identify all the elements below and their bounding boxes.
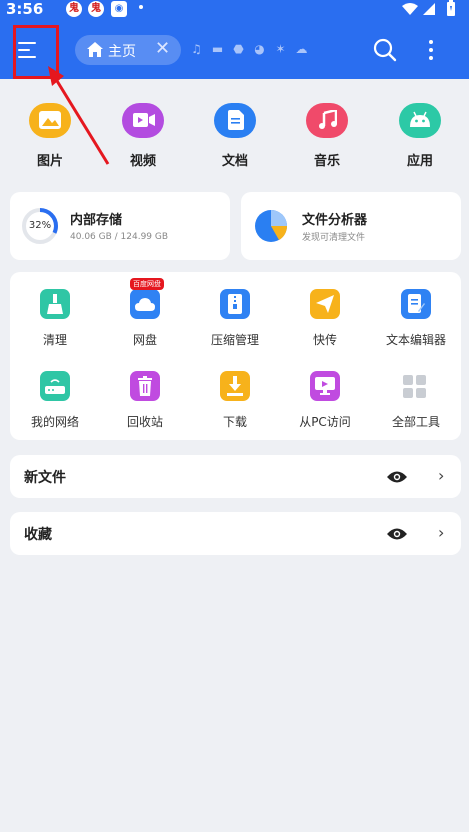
tool-label: 压缩管理	[210, 333, 259, 347]
storage-usage: 40.06 GB / 124.99 GB	[70, 232, 169, 242]
notification-app-icon: 鬼	[88, 1, 104, 17]
notification-dot-icon	[139, 5, 143, 9]
eye-icon[interactable]	[386, 470, 408, 484]
storage-percent: 32%	[28, 220, 52, 231]
android-icon: ⬣	[233, 42, 244, 56]
analyzer-subtitle: 发现可清理文件	[302, 233, 366, 243]
tool-my-network[interactable]: 我的网络	[10, 371, 100, 431]
edit-document-icon	[401, 289, 431, 319]
notification-file-icon: ◉	[111, 1, 127, 17]
grid-icon	[403, 375, 427, 399]
notification-app-icon: 鬼	[66, 1, 82, 17]
message-icon: ▬	[211, 42, 224, 56]
category-label: 应用	[406, 154, 433, 169]
chevron-right-icon[interactable]: ›	[438, 466, 444, 485]
category-label: 视频	[129, 154, 156, 169]
send-icon	[310, 289, 340, 319]
tool-label: 文本编辑器	[385, 333, 446, 347]
internal-storage-card[interactable]: 32% 内部存储 40.06 GB / 124.99 GB	[10, 192, 230, 260]
router-icon	[40, 371, 70, 401]
trash-icon	[130, 371, 160, 401]
chevron-right-icon[interactable]: ›	[438, 523, 444, 542]
tab-shortcut-icons[interactable]: ♫ ▬ ⬣ ◕ ✶ ☁	[186, 42, 312, 58]
category-images[interactable]: 图片	[17, 103, 83, 169]
tool-clean[interactable]: 清理	[10, 289, 100, 349]
music-icon: ♫	[191, 42, 202, 56]
tool-label: 清理	[42, 333, 67, 347]
cloud-badge: 百度网盘	[130, 278, 164, 290]
category-apps[interactable]: 应用	[387, 103, 453, 169]
home-icon	[87, 42, 103, 57]
zip-icon	[220, 289, 250, 319]
category-documents[interactable]: 文档	[202, 103, 268, 169]
status-time: 3:56	[6, 0, 44, 18]
category-label: 图片	[36, 154, 63, 169]
tab-home-label: 主页	[108, 44, 136, 60]
category-videos[interactable]: 视频	[110, 103, 176, 169]
android-icon	[399, 103, 441, 138]
storage-title: 内部存储	[70, 213, 123, 228]
wifi-signal-battery-icon	[402, 0, 455, 16]
cloud-icon: ☁	[295, 42, 308, 56]
music-icon	[306, 103, 348, 138]
category-music[interactable]: 音乐	[294, 103, 360, 169]
system-indicators	[399, 0, 469, 18]
video-icon	[122, 103, 164, 138]
section-title: 收藏	[24, 527, 52, 543]
tool-label: 全部工具	[391, 415, 440, 429]
tool-label: 我的网络	[30, 415, 79, 429]
section-title: 新文件	[24, 470, 66, 486]
tool-all-tools[interactable]: 全部工具	[371, 371, 461, 431]
tool-archive[interactable]: 压缩管理	[190, 289, 280, 349]
search-button[interactable]	[373, 38, 397, 62]
status-bar: 3:56 鬼 鬼 ◉	[0, 0, 469, 18]
analyzer-title: 文件分析器	[302, 213, 368, 228]
tools-card: 清理 百度网盘 网盘 压缩管理 快传 文本编辑器 我的网络 回收站 下载 从PC…	[10, 272, 461, 440]
tool-label: 回收站	[126, 415, 163, 429]
section-new-files[interactable]: 新文件 ›	[10, 455, 461, 498]
category-label: 文档	[221, 154, 248, 169]
image-icon	[29, 103, 71, 138]
tool-label: 从PC访问	[299, 415, 351, 429]
tool-label: 网盘	[132, 333, 157, 347]
document-icon	[214, 103, 256, 138]
tool-text-editor[interactable]: 文本编辑器	[371, 289, 461, 349]
broom-icon	[40, 289, 70, 319]
tool-label: 快传	[312, 333, 337, 347]
search-icon	[373, 38, 397, 62]
cloud-icon	[130, 289, 160, 319]
tools-icon: ✶	[275, 42, 286, 56]
close-icon[interactable]: ✕	[155, 38, 170, 59]
tool-cloud-drive[interactable]: 百度网盘 网盘	[100, 278, 190, 349]
pie-icon: ◕	[254, 42, 265, 56]
download-icon	[220, 371, 250, 401]
pie-chart-icon	[255, 210, 288, 242]
tool-quick-transfer[interactable]: 快传	[280, 289, 370, 349]
monitor-icon	[310, 371, 340, 401]
file-analyzer-card[interactable]: 文件分析器 发现可清理文件	[241, 192, 461, 260]
eye-icon[interactable]	[386, 527, 408, 541]
category-label: 音乐	[313, 154, 340, 169]
tool-downloads[interactable]: 下载	[190, 371, 280, 431]
section-favorites[interactable]: 收藏 ›	[10, 512, 461, 555]
tool-recycle-bin[interactable]: 回收站	[100, 371, 190, 431]
tool-label: 下载	[222, 415, 247, 429]
tool-pc-access[interactable]: 从PC访问	[280, 371, 370, 431]
more-options-button[interactable]	[427, 38, 435, 62]
